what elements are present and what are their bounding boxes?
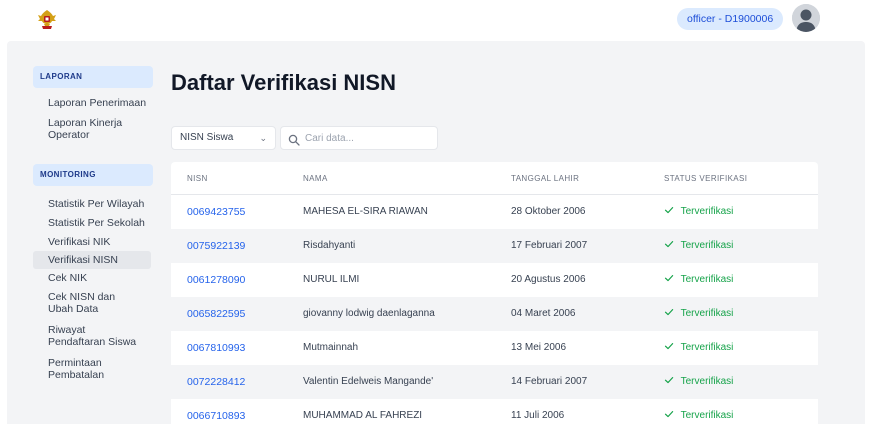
- nisn-link[interactable]: 0075922139: [187, 229, 245, 263]
- tanggal-lahir-cell: 14 Februari 2007: [511, 376, 588, 387]
- table-row[interactable]: 0075922139 Risdahyanti 17 Februari 2007 …: [171, 229, 818, 263]
- check-icon: [664, 308, 681, 319]
- nama-cell: MAHESA EL-SIRA RIAWAN: [303, 206, 428, 217]
- table-row[interactable]: 0061278090 NURUL ILMI 20 Agustus 2006 Te…: [171, 263, 818, 297]
- status-cell: Terverifikasi: [664, 399, 733, 424]
- status-text: Terverifikasi: [680, 206, 734, 217]
- filter-select[interactable]: NISN Siswa ⌄: [171, 126, 276, 150]
- search-input[interactable]: [305, 130, 433, 146]
- status-cell: Terverifikasi: [664, 263, 733, 297]
- check-icon: [664, 274, 681, 285]
- nama-cell: giovanny lodwig daenlaganna: [303, 308, 435, 319]
- check-icon: [664, 410, 681, 421]
- table-body: 0069423755 MAHESA EL-SIRA RIAWAN 28 Okto…: [171, 195, 818, 424]
- nisn-link[interactable]: 0067810993: [187, 331, 245, 365]
- sidebar-item-cek-nisn-ubah-data[interactable]: Cek NISN dan Ubah Data: [33, 291, 143, 315]
- nama-cell: Risdahyanti: [303, 240, 356, 251]
- garuda-emblem-icon[interactable]: [35, 8, 59, 32]
- status-text: Terverifikasi: [680, 240, 734, 251]
- status-cell: Terverifikasi: [664, 195, 733, 229]
- table-row[interactable]: 0069423755 MAHESA EL-SIRA RIAWAN 28 Okto…: [171, 195, 818, 229]
- top-bar: officer - D1900006: [0, 0, 872, 40]
- tanggal-lahir-cell: 13 Mei 2006: [511, 342, 567, 353]
- check-icon: [664, 206, 681, 217]
- check-icon: [664, 240, 681, 251]
- check-icon: [664, 342, 681, 353]
- status-text: Terverifikasi: [680, 308, 734, 319]
- search-icon: [288, 133, 300, 146]
- nama-cell: NURUL ILMI: [303, 274, 360, 285]
- page-title: Daftar Verifikasi NISN: [171, 70, 396, 95]
- column-header-status[interactable]: STATUS VERIFIKASI: [664, 162, 747, 195]
- status-text: Terverifikasi: [680, 274, 734, 285]
- nisn-link[interactable]: 0066710893: [187, 399, 245, 424]
- chevron-down-icon: ⌄: [259, 133, 267, 143]
- sidebar-item-verifikasi-nik[interactable]: Verifikasi NIK: [33, 236, 153, 248]
- column-header-nama[interactable]: NAMA: [303, 162, 328, 195]
- sidebar-item-cek-nik[interactable]: Cek NIK: [33, 272, 153, 284]
- tanggal-lahir-cell: 20 Agustus 2006: [511, 274, 586, 285]
- status-text: Terverifikasi: [680, 376, 734, 387]
- table-header: NISN NAMA TANGGAL LAHIR STATUS VERIFIKAS…: [171, 162, 818, 195]
- status-text: Terverifikasi: [680, 410, 734, 421]
- sidebar-item-statistik-sekolah[interactable]: Statistik Per Sekolah: [33, 217, 153, 229]
- tanggal-lahir-cell: 28 Oktober 2006: [511, 206, 586, 217]
- status-cell: Terverifikasi: [664, 297, 733, 331]
- column-header-tanggal-lahir[interactable]: TANGGAL LAHIR: [511, 162, 579, 195]
- table-row[interactable]: 0067810993 Mutmainnah 13 Mei 2006 Terver…: [171, 331, 818, 365]
- nisn-link[interactable]: 0065822595: [187, 297, 245, 331]
- check-icon: [664, 376, 681, 387]
- status-text: Terverifikasi: [680, 342, 734, 353]
- status-cell: Terverifikasi: [664, 229, 733, 263]
- verification-table: NISN NAMA TANGGAL LAHIR STATUS VERIFIKAS…: [171, 162, 818, 424]
- status-cell: Terverifikasi: [664, 365, 733, 399]
- sidebar-item-laporan-kinerja-operator[interactable]: Laporan Kinerja Operator: [33, 117, 148, 141]
- sidebar-section-monitoring: MONITORING: [33, 164, 153, 186]
- sidebar-item-riwayat-pendaftaran[interactable]: Riwayat Pendaftaran Siswa: [33, 324, 145, 348]
- nisn-link[interactable]: 0069423755: [187, 195, 245, 229]
- sidebar: LAPORAN Laporan Penerimaan Laporan Kiner…: [33, 66, 153, 381]
- search-box[interactable]: [280, 126, 438, 150]
- nama-cell: MUHAMMAD AL FAHREZI: [303, 410, 423, 421]
- column-header-nisn[interactable]: NISN: [187, 162, 208, 195]
- table-row[interactable]: 0066710893 MUHAMMAD AL FAHREZI 11 Juli 2…: [171, 399, 818, 424]
- table-row[interactable]: 0072228412 Valentin Edelweis Mangande' 1…: [171, 365, 818, 399]
- user-badge[interactable]: officer - D1900006: [677, 8, 784, 30]
- status-cell: Terverifikasi: [664, 331, 733, 365]
- sidebar-item-laporan-penerimaan[interactable]: Laporan Penerimaan: [33, 97, 153, 109]
- tanggal-lahir-cell: 17 Februari 2007: [511, 240, 588, 251]
- filter-select-value: NISN Siswa: [180, 132, 234, 143]
- nisn-link[interactable]: 0072228412: [187, 365, 245, 399]
- nama-cell: Mutmainnah: [303, 342, 359, 353]
- tanggal-lahir-cell: 04 Maret 2006: [511, 308, 576, 319]
- nisn-link[interactable]: 0061278090: [187, 263, 245, 297]
- user-avatar-icon[interactable]: [792, 4, 820, 32]
- tanggal-lahir-cell: 11 Juli 2006: [511, 410, 565, 421]
- sidebar-section-laporan: LAPORAN: [33, 66, 153, 88]
- table-row[interactable]: 0065822595 giovanny lodwig daenlaganna 0…: [171, 297, 818, 331]
- nama-cell: Valentin Edelweis Mangande': [303, 376, 434, 387]
- sidebar-item-verifikasi-nisn[interactable]: Verifikasi NISN: [33, 251, 151, 269]
- sidebar-item-statistik-wilayah[interactable]: Statistik Per Wilayah: [33, 198, 153, 210]
- sidebar-item-permintaan-pembatalan[interactable]: Permintaan Pembatalan: [33, 357, 133, 381]
